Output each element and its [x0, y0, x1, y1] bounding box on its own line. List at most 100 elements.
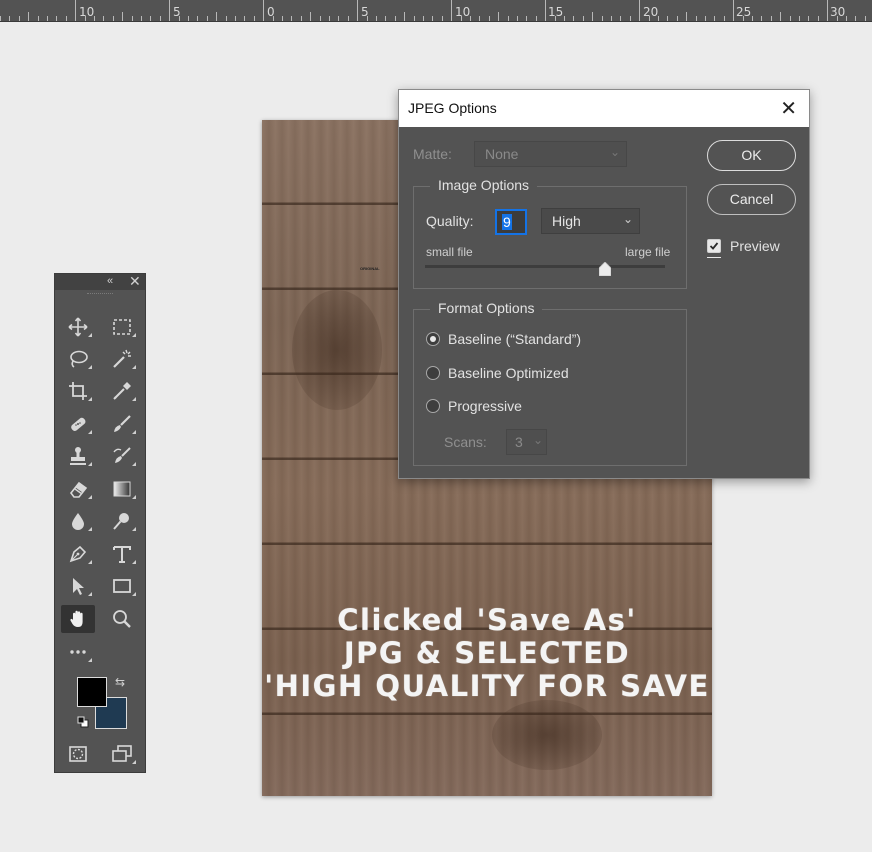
clone-stamp-tool[interactable]	[61, 442, 95, 470]
ruler-tick	[75, 0, 76, 21]
ruler-tick	[724, 16, 725, 21]
hand-tool[interactable]	[61, 605, 95, 633]
ruler-label: 10	[455, 5, 471, 19]
dodge-icon	[113, 513, 129, 530]
ruler-label: 5	[361, 5, 369, 19]
ruler-tick	[771, 16, 772, 21]
baseline-standard-radio[interactable]	[426, 332, 440, 346]
cancel-button[interactable]: Cancel	[707, 184, 796, 215]
rectangle-tool[interactable]	[105, 572, 139, 600]
ruler-tick	[197, 16, 198, 21]
ruler-tick	[291, 16, 292, 21]
crop-tool[interactable]	[61, 377, 95, 405]
ruler-tick	[818, 16, 819, 21]
quality-slider-track[interactable]	[425, 265, 665, 268]
scans-label: Scans:	[444, 434, 487, 450]
preview-label[interactable]: Preview	[730, 238, 780, 254]
brush-tool[interactable]	[105, 410, 139, 438]
move-icon	[68, 317, 88, 337]
image-options-legend: Image Options	[430, 177, 538, 193]
ruler-tick	[357, 0, 358, 21]
magnifier-icon	[113, 610, 131, 628]
ruler-tick	[752, 16, 753, 21]
dialog-titlebar[interactable]: JPEG Options ✕	[399, 90, 809, 127]
baseline-optimized-radio[interactable]	[426, 366, 440, 380]
type-tool[interactable]	[105, 540, 139, 568]
baseline-optimized-label[interactable]: Baseline Optimized	[448, 365, 569, 381]
ruler-tick	[592, 12, 593, 21]
ruler-tick	[385, 16, 386, 21]
preview-checkbox[interactable]	[707, 239, 721, 253]
swap-colors-icon[interactable]: ⇆	[115, 675, 125, 689]
checkmark-icon	[709, 242, 719, 250]
ruler-tick	[583, 16, 584, 21]
ruler-tick	[686, 12, 687, 21]
ruler-label: 25	[736, 5, 752, 19]
canvas-tiny-text: ORIGINAL	[360, 266, 380, 271]
ruler-tick	[150, 16, 151, 21]
chevron-down-icon: ⌄	[622, 212, 633, 226]
eyedropper-tool[interactable]	[105, 377, 139, 405]
quick-mask-icon	[69, 746, 87, 762]
ruler-tick	[395, 16, 396, 21]
ruler-tick	[479, 16, 480, 21]
ruler-tick	[855, 16, 856, 21]
collapse-icon[interactable]: «	[107, 275, 113, 287]
ruler-tick	[733, 0, 734, 21]
ruler-tick	[376, 16, 377, 21]
history-brush-icon	[113, 447, 131, 463]
bandage-icon	[71, 417, 86, 431]
lasso-tool[interactable]	[61, 345, 95, 373]
default-colors-icon[interactable]	[77, 716, 89, 728]
ruler-tick	[38, 16, 39, 21]
ruler-tick	[414, 16, 415, 21]
screen-mode-tool[interactable]	[105, 740, 139, 768]
ok-button[interactable]: OK	[707, 140, 796, 171]
foreground-color-swatch[interactable]	[77, 677, 107, 707]
gradient-tool[interactable]	[105, 475, 139, 503]
blur-tool[interactable]	[61, 507, 95, 535]
healing-brush-tool[interactable]	[61, 410, 95, 438]
panel-grip[interactable]	[87, 293, 113, 301]
quick-mask-tool[interactable]	[61, 740, 95, 768]
caption-line: JPG & SELECTED	[343, 636, 631, 670]
canvas-caption: Clicked 'Save As' JPG & SELECTED 'HIGH Q…	[262, 604, 712, 703]
ruler-tick	[677, 16, 678, 21]
ruler-tick	[310, 12, 311, 21]
close-icon[interactable]: ✕	[780, 96, 797, 120]
ruler-tick	[442, 16, 443, 21]
marquee-tool[interactable]	[105, 313, 139, 341]
ruler-tick	[526, 16, 527, 21]
quality-slider-thumb[interactable]	[599, 262, 611, 276]
move-tool[interactable]	[61, 313, 95, 341]
quality-preset-select[interactable]: High ⌄	[541, 208, 640, 234]
ruler-tick	[404, 12, 405, 21]
wood-knot	[492, 700, 602, 770]
baseline-standard-label[interactable]: Baseline (“Standard”)	[448, 331, 581, 347]
more-tools[interactable]	[61, 638, 95, 666]
ruler-tick	[696, 16, 697, 21]
ruler-tick	[263, 0, 264, 21]
dodge-tool[interactable]	[105, 507, 139, 535]
ruler-tick	[66, 16, 67, 21]
ruler-tick	[207, 16, 208, 21]
ruler-tick	[9, 16, 10, 21]
quality-input[interactable]: 9	[495, 209, 527, 235]
ruler-tick	[329, 16, 330, 21]
ruler-tick	[489, 16, 490, 21]
path-selection-tool[interactable]	[61, 572, 95, 600]
close-icon[interactable]: ✕	[129, 273, 141, 290]
eraser-tool[interactable]	[61, 475, 95, 503]
scans-select: 3 ⌄	[506, 429, 547, 455]
ruler-tick	[0, 16, 1, 21]
progressive-label[interactable]: Progressive	[448, 398, 522, 414]
progressive-radio[interactable]	[426, 399, 440, 413]
magic-wand-tool[interactable]	[105, 345, 139, 373]
zoom-tool[interactable]	[105, 605, 139, 633]
pen-tool[interactable]	[61, 540, 95, 568]
tools-panel-header[interactable]: « ✕	[55, 273, 145, 290]
quality-label: Quality:	[426, 213, 474, 229]
small-file-label: small file	[426, 245, 473, 259]
ruler-tick	[780, 12, 781, 21]
history-brush-tool[interactable]	[105, 442, 139, 470]
